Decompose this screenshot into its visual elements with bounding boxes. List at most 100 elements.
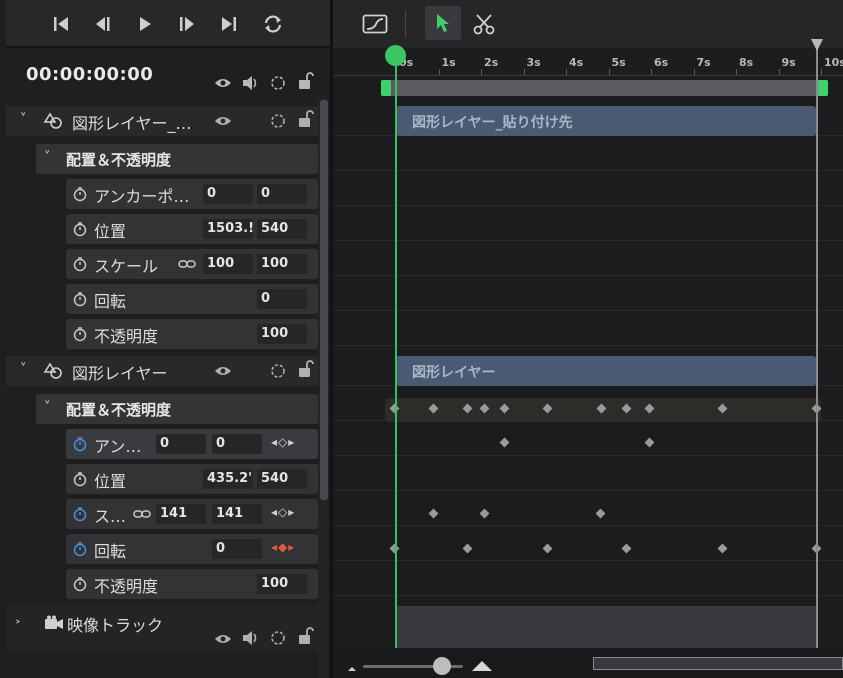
zoom-out-icon[interactable]	[347, 664, 357, 672]
time-ruler[interactable]: 0s 1s 2s 3s 4s 5s 6s 7s 8s 9s 10s	[333, 48, 843, 76]
track-row[interactable]: ˅ 映像トラック	[6, 606, 318, 650]
skip-to-end-button[interactable]	[216, 12, 242, 36]
value-field[interactable]: 100	[257, 574, 307, 594]
value-field-y[interactable]: 540	[257, 469, 307, 489]
link-icon[interactable]	[177, 255, 197, 273]
value-field-y[interactable]: 0	[257, 184, 307, 204]
eye-icon[interactable]	[213, 74, 233, 92]
eye-icon[interactable]	[213, 630, 233, 648]
track-lane[interactable]	[333, 316, 843, 346]
stopwatch-icon[interactable]	[72, 221, 88, 237]
stopwatch-icon[interactable]	[72, 256, 88, 272]
eye-icon[interactable]	[213, 362, 233, 380]
value-field[interactable]: 0	[257, 289, 307, 309]
track-lane[interactable]	[333, 461, 843, 491]
track-lane[interactable]	[333, 281, 843, 311]
speaker-icon[interactable]	[240, 629, 260, 647]
property-row-position[interactable]: 位置 1503.! 540	[66, 214, 318, 244]
solo-circle-icon[interactable]	[268, 362, 288, 380]
stopwatch-icon[interactable]	[72, 186, 88, 202]
value-field-x[interactable]: 1503.!	[203, 219, 253, 239]
track-lane[interactable]	[333, 531, 843, 561]
value-field-x[interactable]: 0	[203, 184, 253, 204]
property-row-rotation[interactable]: 回転 0 ◂◆▸	[66, 534, 318, 564]
stopwatch-active-icon[interactable]	[72, 506, 88, 522]
scrollbar-thumb[interactable]	[320, 100, 328, 500]
eye-icon[interactable]	[213, 112, 233, 130]
step-forward-button[interactable]	[174, 12, 200, 36]
property-row-scale[interactable]: ス… 141 141 ◂◇▸	[66, 499, 318, 529]
chevron-down-icon[interactable]: ˅	[20, 112, 27, 127]
track-lane[interactable]	[333, 176, 843, 206]
property-group-row[interactable]: ˅ 配置＆不透明度	[36, 144, 318, 174]
lock-open-icon[interactable]	[296, 72, 316, 90]
play-button[interactable]	[132, 12, 158, 36]
chevron-down-icon[interactable]: ˅	[44, 150, 51, 165]
skip-to-start-button[interactable]	[48, 12, 74, 36]
stopwatch-icon[interactable]	[72, 326, 88, 342]
work-area-end-handle[interactable]	[818, 80, 828, 96]
lock-open-icon[interactable]	[296, 110, 316, 128]
chevron-right-icon[interactable]: ˅	[16, 618, 31, 625]
work-area-start-handle[interactable]	[381, 80, 391, 96]
layer-row[interactable]: ˅ 図形レイヤー_…	[6, 106, 328, 136]
value-field-y[interactable]: 141	[212, 504, 262, 524]
property-row-anchor[interactable]: アン… 0 0 ◂◇▸	[66, 429, 318, 459]
cut-tool-button[interactable]	[473, 13, 495, 35]
track-lane[interactable]	[333, 211, 843, 241]
playhead-line[interactable]	[395, 58, 397, 648]
value-field-y[interactable]: 100	[257, 254, 307, 274]
value-field-x[interactable]: 0	[156, 434, 206, 454]
chevron-down-icon[interactable]: ˅	[44, 400, 51, 415]
loop-button[interactable]	[260, 12, 286, 36]
zoom-in-icon[interactable]	[471, 660, 493, 672]
property-row-scale[interactable]: スケール 100 100	[66, 249, 318, 279]
property-row-position[interactable]: 位置 435.2' 540	[66, 464, 318, 494]
speaker-icon[interactable]	[240, 74, 260, 92]
lock-open-icon[interactable]	[296, 360, 316, 378]
value-field-x[interactable]: 435.2'	[203, 469, 253, 489]
graph-editor-button[interactable]	[361, 13, 389, 35]
property-row-rotation[interactable]: 回転 0	[66, 284, 318, 314]
track-lane[interactable]	[333, 141, 843, 171]
end-marker-icon[interactable]	[810, 38, 824, 52]
layer-clip[interactable]: 図形レイヤー_貼り付け先	[396, 106, 816, 136]
value-field-y[interactable]: 0	[212, 434, 262, 454]
end-marker-line[interactable]	[816, 48, 818, 648]
track-lane[interactable]	[333, 426, 843, 456]
select-tool-button[interactable]	[425, 6, 461, 40]
lock-open-icon[interactable]	[296, 627, 316, 645]
stopwatch-active-icon[interactable]	[72, 436, 88, 452]
property-row-opacity[interactable]: 不透明度 100	[66, 319, 318, 349]
property-row-opacity[interactable]: 不透明度 100	[66, 569, 318, 599]
stopwatch-icon[interactable]	[72, 471, 88, 487]
work-area-bar[interactable]	[383, 80, 827, 96]
keyframe-nav[interactable]: ◂◇▸	[271, 435, 295, 449]
keyframe-nav[interactable]: ◂◇▸	[271, 505, 295, 519]
track-lane[interactable]	[333, 566, 843, 596]
stopwatch-icon[interactable]	[72, 576, 88, 592]
property-row-anchor[interactable]: アンカーポ… 0 0	[66, 179, 318, 209]
stopwatch-icon[interactable]	[72, 291, 88, 307]
zoom-slider-knob[interactable]	[433, 657, 451, 675]
video-track-lane[interactable]	[396, 606, 816, 648]
property-group-row[interactable]: ˅ 配置＆不透明度	[36, 394, 318, 424]
chevron-down-icon[interactable]: ˅	[20, 362, 27, 377]
value-field[interactable]: 100	[257, 324, 307, 344]
step-back-button[interactable]	[90, 12, 116, 36]
layer-row[interactable]: ˅ 図形レイヤー	[6, 356, 328, 386]
value-field[interactable]: 0	[212, 539, 262, 559]
playhead-handle[interactable]	[385, 45, 406, 66]
value-field-y[interactable]: 540	[257, 219, 307, 239]
link-icon[interactable]	[132, 505, 152, 523]
value-field-x[interactable]: 100	[203, 254, 253, 274]
solo-circle-icon[interactable]	[268, 74, 288, 92]
value-field-x[interactable]: 141	[156, 504, 206, 524]
keyframe-nav-active[interactable]: ◂◆▸	[271, 540, 295, 554]
solo-circle-icon[interactable]	[268, 629, 288, 647]
horizontal-scrollbar[interactable]	[593, 657, 843, 670]
layer-clip[interactable]: 図形レイヤー	[396, 356, 816, 386]
solo-circle-icon[interactable]	[268, 112, 288, 130]
track-lane[interactable]	[333, 246, 843, 276]
stopwatch-active-icon[interactable]	[72, 541, 88, 557]
